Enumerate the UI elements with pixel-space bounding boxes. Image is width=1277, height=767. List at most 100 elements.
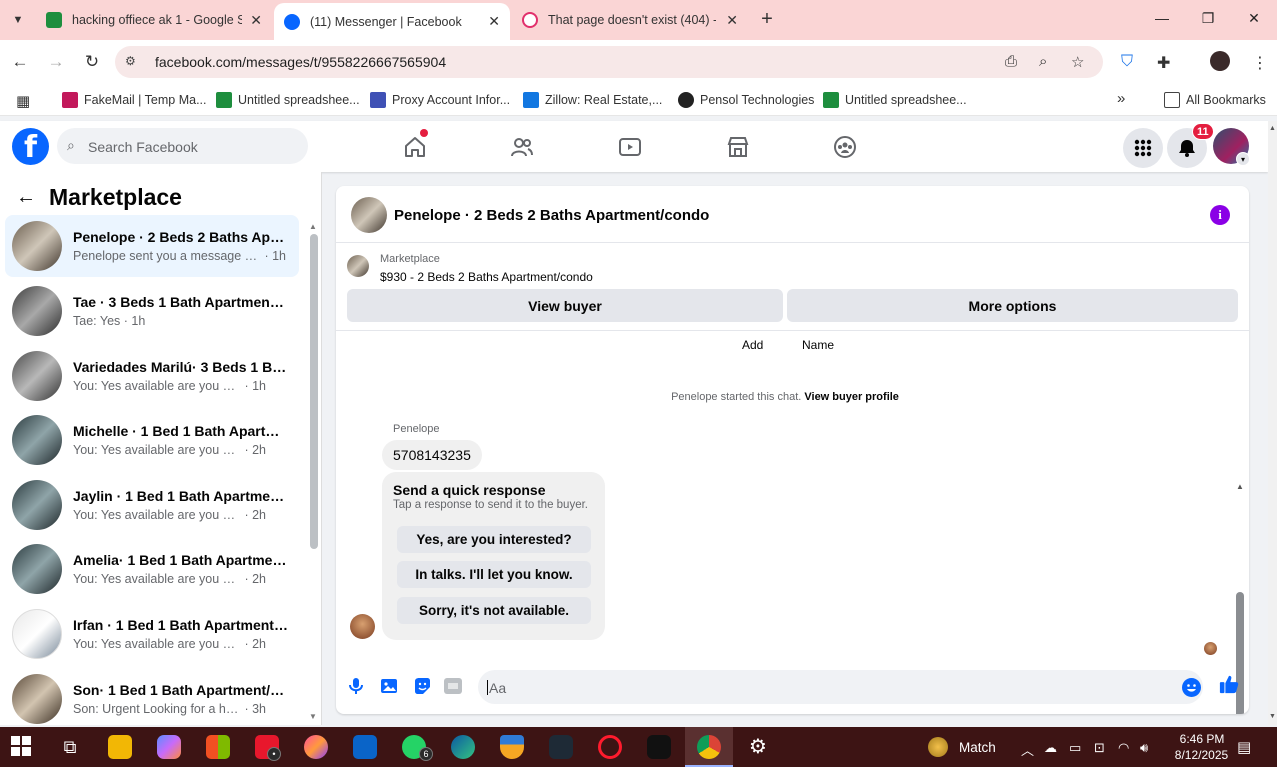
copilot-icon[interactable] [157, 735, 181, 759]
scroll-up-icon[interactable]: ▲ [309, 222, 317, 231]
battery-icon[interactable]: ▭ [1069, 740, 1081, 756]
more-options-button[interactable]: More options [787, 289, 1238, 322]
zoom-icon[interactable]: ⌕ [1039, 53, 1047, 70]
scroll-up-icon[interactable]: ▲ [1269, 125, 1276, 132]
quick-reply-interested[interactable]: Yes, are you interested? [397, 526, 591, 553]
badge-app-icon[interactable] [500, 735, 524, 759]
apps-grid-icon[interactable]: ▦ [16, 92, 30, 110]
like-icon[interactable] [1219, 674, 1239, 694]
chatgpt-icon[interactable] [549, 735, 573, 759]
url-text[interactable]: facebook.com/messages/t/9558226667565904 [155, 54, 446, 70]
outlook-icon[interactable] [353, 735, 377, 759]
address-bar[interactable]: ⚙ facebook.com/messages/t/95582266675659… [115, 46, 1103, 78]
video-nav[interactable] [616, 133, 644, 161]
tiktok-icon[interactable] [647, 735, 671, 759]
close-tab-icon[interactable]: ✕ [488, 13, 500, 30]
friends-nav[interactable] [508, 133, 536, 161]
opera-icon[interactable] [598, 735, 622, 759]
bookmark-spreadsheet-2[interactable]: Untitled spreadshee... [823, 92, 967, 108]
weather-icon[interactable] [928, 737, 948, 757]
volume-icon[interactable]: 🔊︎ [1140, 740, 1148, 756]
home-nav[interactable] [401, 133, 429, 161]
sidebar-scrollbar[interactable]: ▲ ▼ [309, 222, 318, 722]
notification-center-icon[interactable]: ▤ [1237, 738, 1251, 756]
task-view-icon[interactable]: ⧉ [58, 735, 82, 759]
page-scrollbar[interactable]: ▲ ▼ [1268, 121, 1277, 725]
emoji-icon[interactable] [1182, 678, 1201, 697]
name-label[interactable]: Name [802, 338, 834, 352]
chrome-menu-icon[interactable]: ⋮ [1252, 53, 1268, 73]
reload-icon[interactable]: ↻ [82, 52, 102, 72]
bookmark-zillow[interactable]: Zillow: Real Estate,... [523, 92, 662, 108]
conversation-item[interactable]: Tae · 3 Beds 1 Bath Apartment/condo Tae:… [5, 280, 299, 342]
bookmark-proxy-account[interactable]: Proxy Account Infor... [370, 92, 510, 108]
bookmark-star-icon[interactable]: ☆ [1071, 53, 1084, 71]
back-icon[interactable]: ← [10, 52, 30, 72]
file-explorer-icon[interactable] [108, 735, 132, 759]
close-window-icon[interactable]: ✕ [1244, 10, 1264, 27]
scroll-down-icon[interactable]: ▼ [309, 712, 317, 721]
conversation-item[interactable]: Penelope · 2 Beds 2 Baths Apartment/cond… [5, 215, 299, 277]
view-buyer-profile-link[interactable]: View buyer profile [804, 391, 899, 403]
conversation-item[interactable]: Amelia· 1 Bed 1 Bath Apartment/condo You… [5, 538, 299, 600]
wifi-icon[interactable]: ◠ [1118, 740, 1129, 756]
install-app-icon[interactable]: ⎙ [1005, 53, 1017, 70]
tab-instagram[interactable]: That page doesn't exist (404) - Instagra… [512, 0, 748, 40]
photo-icon[interactable] [379, 676, 399, 696]
sidebar-scroll-thumb[interactable] [310, 234, 318, 549]
conversation-item[interactable]: Son· 1 Bed 1 Bath Apartment/condo Son: U… [5, 668, 299, 725]
conversation-item[interactable]: Irfan · 1 Bed 1 Bath Apartment/condo You… [5, 603, 299, 665]
chat-listing-avatar[interactable] [351, 197, 387, 233]
clock-time[interactable]: 6:46 PM [1172, 732, 1232, 746]
add-contact-label[interactable]: Add [742, 338, 763, 352]
chat-title[interactable]: Penelope · 2 Beds 2 Baths Apartment/cond… [394, 207, 709, 224]
chrome-icon[interactable] [697, 735, 721, 759]
close-tab-icon[interactable]: ✕ [726, 12, 738, 29]
conversation-item[interactable]: Jaylin · 1 Bed 1 Bath Apartment/condo Yo… [5, 474, 299, 536]
info-icon[interactable]: i [1210, 205, 1230, 225]
facebook-search[interactable]: ⌕ Search Facebook [57, 128, 308, 164]
quick-reply-in-talks[interactable]: In talks. I'll let you know. [397, 561, 591, 588]
view-buyer-button[interactable]: View buyer [347, 289, 783, 322]
bookmark-spreadsheet-1[interactable]: Untitled spreadshee... [216, 92, 360, 108]
message-input[interactable]: Aa [478, 670, 1203, 704]
microphone-icon[interactable] [346, 676, 366, 696]
extensions-icon[interactable]: ✚ [1157, 53, 1170, 73]
gif-icon[interactable] [443, 676, 463, 696]
bookmark-fakemail[interactable]: FakeMail | Temp Ma... [62, 92, 207, 108]
more-bookmarks-icon[interactable]: » [1117, 90, 1125, 107]
settings-gear-icon[interactable]: ⚙ [746, 735, 770, 759]
device-icon[interactable]: ⊡ [1094, 740, 1105, 756]
tray-chevron-icon[interactable]: ︿ [1021, 740, 1034, 759]
menu-button[interactable] [1123, 128, 1163, 168]
shield-extension-icon[interactable]: ⛉ [1121, 53, 1133, 71]
sender-avatar[interactable] [350, 614, 375, 639]
scroll-up-icon[interactable]: ▲ [1236, 482, 1244, 491]
groups-nav[interactable] [831, 133, 859, 161]
onedrive-cloud-icon[interactable]: ☁ [1044, 740, 1057, 756]
back-arrow-icon[interactable]: ← [16, 186, 36, 209]
scroll-down-icon[interactable]: ▼ [1269, 713, 1276, 720]
listing-description[interactable]: $930 - 2 Beds 2 Baths Apartment/condo [380, 270, 593, 284]
all-bookmarks[interactable]: All Bookmarks [1164, 92, 1266, 108]
weather-label[interactable]: Match [959, 740, 996, 755]
account-chevron-icon[interactable]: ▾ [1236, 152, 1250, 166]
chrome-profile-avatar[interactable] [1210, 51, 1230, 71]
marketplace-nav[interactable] [724, 133, 752, 161]
windows-start-icon[interactable] [10, 735, 34, 759]
arc-browser-icon[interactable] [304, 735, 328, 759]
conversation-item[interactable]: Michelle · 1 Bed 1 Bath Apartment/condo … [5, 409, 299, 471]
restore-icon[interactable]: ❐ [1198, 10, 1218, 27]
microsoft-store-icon[interactable] [206, 735, 230, 759]
tab-messenger[interactable]: (11) Messenger | Facebook ✕ [274, 3, 510, 40]
sticker-icon[interactable] [412, 676, 432, 696]
tab-search-icon[interactable]: ▼ [6, 8, 30, 32]
quick-reply-not-available[interactable]: Sorry, it's not available. [397, 597, 591, 624]
facebook-logo[interactable]: f [12, 128, 49, 165]
new-tab-button[interactable]: + [756, 8, 778, 30]
clock-date[interactable]: 8/12/2025 [1164, 748, 1239, 762]
minimize-icon[interactable]: — [1152, 10, 1172, 26]
forward-icon[interactable]: → [46, 52, 66, 72]
bookmark-pensol[interactable]: Pensol Technologies [678, 92, 814, 108]
close-tab-icon[interactable]: ✕ [250, 12, 262, 29]
